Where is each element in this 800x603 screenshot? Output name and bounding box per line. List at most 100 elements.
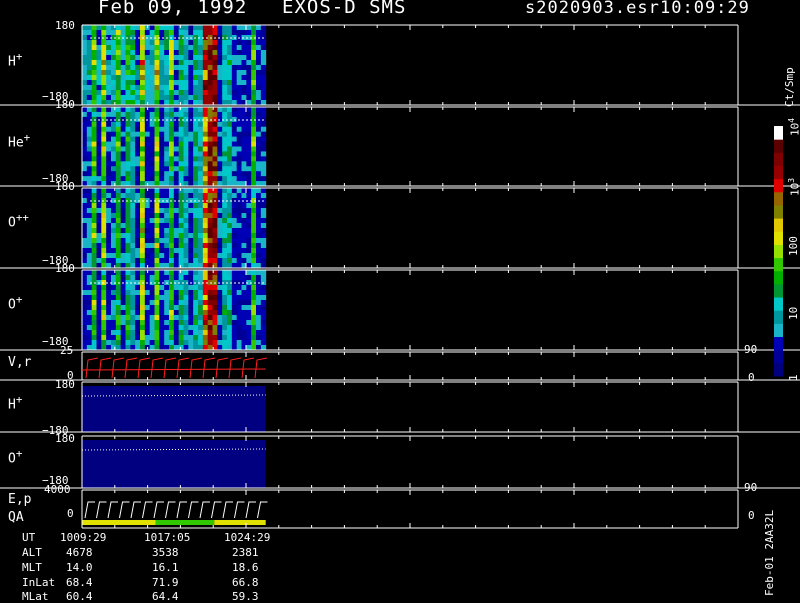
heatmap-cell bbox=[106, 90, 112, 96]
heatmap-cell bbox=[251, 305, 257, 311]
heatmap-cell bbox=[154, 243, 160, 249]
heatmap-cell bbox=[173, 40, 180, 46]
heatmap-cell bbox=[115, 243, 122, 249]
heatmap-cell bbox=[91, 121, 98, 128]
heatmap-cell bbox=[183, 141, 189, 147]
heatmap-cell bbox=[256, 171, 262, 177]
heatmap-cell bbox=[217, 126, 223, 133]
colorbar-tick-label: 1 bbox=[787, 374, 800, 381]
heatmap-cell bbox=[125, 161, 131, 167]
heatmap-cell bbox=[193, 253, 199, 259]
heatmap-cell bbox=[82, 40, 88, 46]
heatmap-cell bbox=[101, 146, 107, 152]
heatmap-cell bbox=[91, 166, 98, 172]
heatmap-cell bbox=[236, 270, 243, 276]
heatmap-cell bbox=[144, 320, 151, 326]
heatmap-cell bbox=[101, 90, 107, 96]
heatmap-cell bbox=[173, 248, 180, 254]
heatmap-cell bbox=[202, 290, 209, 296]
heatmap-cell bbox=[251, 223, 257, 229]
heatmap-cell bbox=[217, 107, 223, 113]
heatmap-cell bbox=[207, 146, 214, 152]
heatmap-cell bbox=[115, 80, 122, 86]
heatmap-cell bbox=[154, 65, 160, 71]
heatmap-cell bbox=[164, 166, 170, 172]
heatmap-cell bbox=[236, 213, 243, 219]
heatmap-cell bbox=[86, 166, 93, 172]
heatmap-cell bbox=[91, 131, 98, 138]
heatmap-cell bbox=[144, 208, 151, 214]
heatmap-cell bbox=[217, 65, 223, 71]
heatmap-cell bbox=[125, 156, 131, 162]
heatmap-cell bbox=[207, 335, 214, 341]
heatmap-cell bbox=[202, 55, 209, 61]
colorbar-swatch bbox=[774, 283, 783, 298]
heatmap-cell bbox=[183, 233, 189, 239]
heatmap-cell bbox=[106, 141, 112, 147]
heatmap-cell bbox=[164, 161, 170, 167]
heatmap-cell bbox=[130, 310, 136, 316]
heatmap-cell bbox=[111, 238, 117, 244]
heatmap-cell bbox=[227, 111, 233, 118]
heatmap-cell bbox=[169, 25, 175, 31]
heatmap-cell bbox=[144, 193, 151, 199]
heatmap-cell bbox=[125, 340, 131, 346]
heatmap-cell bbox=[101, 228, 107, 234]
heatmap-cell bbox=[207, 285, 214, 291]
heatmap-cell bbox=[144, 166, 151, 172]
heatmap-cell bbox=[169, 136, 175, 143]
heatmap-cell bbox=[178, 208, 185, 214]
heatmap-cell bbox=[173, 45, 180, 51]
heatmap-cell bbox=[115, 285, 122, 291]
heatmap-cell bbox=[159, 253, 165, 259]
heatmap-cell bbox=[86, 131, 93, 138]
heatmap-cell bbox=[135, 121, 141, 128]
heatmap-cell bbox=[125, 80, 131, 86]
heatmap-cell bbox=[154, 320, 160, 326]
heatmap-cell bbox=[125, 320, 131, 326]
heatmap-cell bbox=[111, 258, 117, 264]
heatmap-cell bbox=[115, 171, 122, 177]
heatmap-cell bbox=[193, 208, 199, 214]
vr-trace bbox=[189, 357, 203, 379]
heatmap-cell bbox=[256, 55, 262, 61]
heatmap-cell bbox=[183, 203, 189, 209]
inlat-value-1: 68.4 bbox=[66, 576, 93, 589]
heatmap-cell bbox=[144, 340, 151, 346]
heatmap-cell bbox=[115, 151, 122, 157]
heatmap-cell bbox=[169, 203, 175, 209]
heatmap-cell bbox=[217, 161, 223, 167]
heatmap-cell bbox=[231, 70, 238, 76]
heatmap-cell bbox=[96, 233, 102, 239]
heatmap-cell bbox=[86, 208, 93, 214]
ytick-p7-top: 180 bbox=[55, 432, 75, 445]
heatmap-cell bbox=[202, 107, 209, 113]
heatmap-cell bbox=[164, 95, 170, 101]
heatmap-cell bbox=[207, 107, 214, 113]
heatmap-cell bbox=[140, 300, 146, 306]
heatmap-cell bbox=[159, 258, 165, 264]
heatmap-cell bbox=[91, 70, 98, 76]
heatmap-cell bbox=[183, 30, 189, 36]
heatmap-cell bbox=[149, 253, 156, 259]
heatmap-cell bbox=[144, 161, 151, 167]
heatmap-cell bbox=[256, 193, 262, 199]
heatmap-cell bbox=[144, 121, 151, 128]
heatmap-cell bbox=[202, 80, 209, 86]
heatmap-cell bbox=[251, 340, 257, 346]
heatmap-cell bbox=[111, 85, 117, 91]
heatmap-cell bbox=[222, 141, 228, 147]
heatmap-cell bbox=[135, 136, 141, 143]
heatmap-cell bbox=[251, 176, 257, 182]
heatmap-cell bbox=[130, 315, 136, 321]
heatmap-cell bbox=[120, 243, 127, 249]
heatmap-cell bbox=[135, 335, 141, 341]
heatmap-cell bbox=[227, 151, 233, 157]
heatmap-cell bbox=[212, 55, 218, 61]
heatmap-cell bbox=[120, 310, 127, 316]
heatmap-cell bbox=[96, 95, 102, 101]
heatmap-cell bbox=[125, 55, 131, 61]
heatmap-cell bbox=[106, 85, 112, 91]
heatmap-cell bbox=[164, 188, 170, 194]
heatmap-cell bbox=[231, 141, 238, 147]
